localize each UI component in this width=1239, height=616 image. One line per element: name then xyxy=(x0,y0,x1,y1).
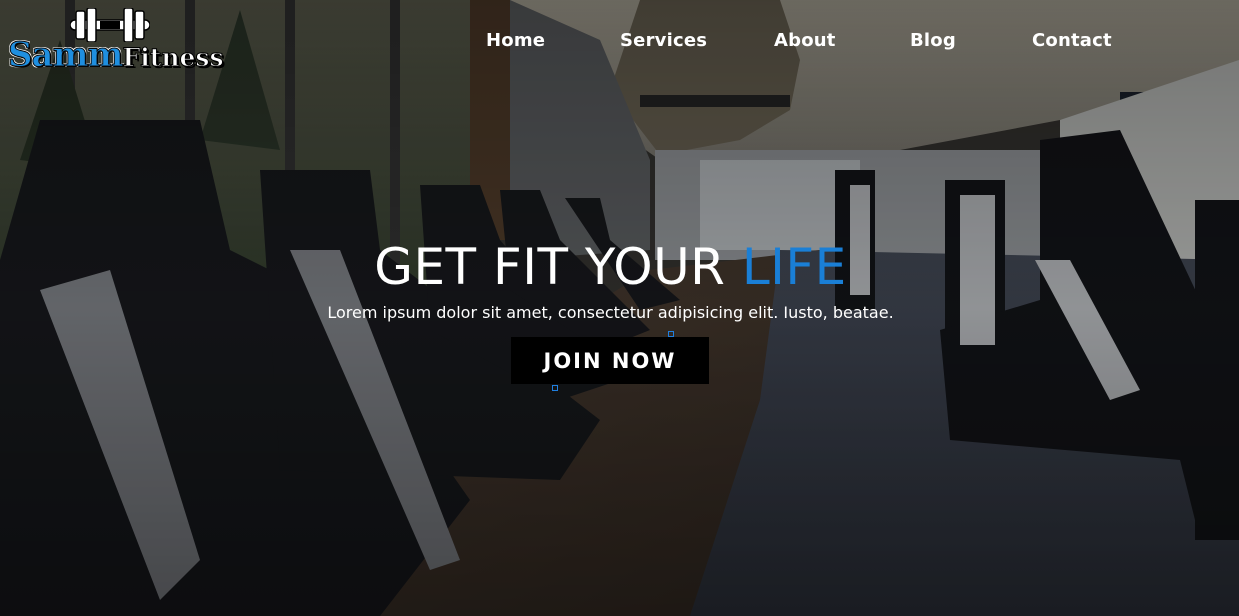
hero-title-main: GET FIT YOUR xyxy=(374,238,742,296)
hero-subtitle: Lorem ipsum dolor sit amet, consectetur … xyxy=(327,303,894,322)
main-nav: Home Services About Blog Contact xyxy=(0,30,1239,60)
hero-section: SammFitness Home Services About Blog Con… xyxy=(0,0,1239,616)
nav-item-contact[interactable]: Contact xyxy=(1032,30,1112,51)
nav-item-home[interactable]: Home xyxy=(486,30,545,51)
nav-item-blog[interactable]: Blog xyxy=(910,30,956,51)
join-now-button[interactable]: JOIN NOW xyxy=(511,337,709,384)
hero-title: GET FIT YOUR LIFE xyxy=(0,238,1221,296)
selection-handle xyxy=(552,385,558,391)
nav-item-about[interactable]: About xyxy=(774,30,836,51)
hero-title-accent: LIFE xyxy=(741,238,847,296)
nav-item-services[interactable]: Services xyxy=(620,30,707,51)
